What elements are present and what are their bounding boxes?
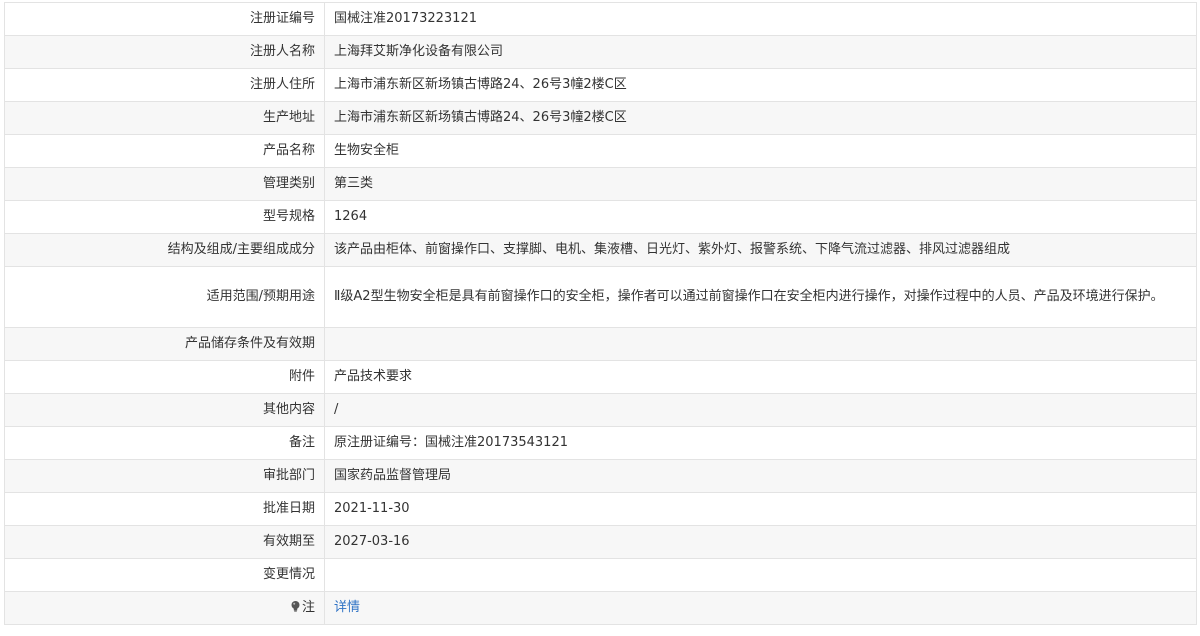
row-value: 上海市浦东新区新场镇古博路24、26号3幢2楼C区 xyxy=(324,101,1197,135)
row-value: 第三类 xyxy=(324,167,1197,201)
table-row: 附件 产品技术要求 xyxy=(4,360,1197,394)
row-value: Ⅱ级A2型生物安全柜是具有前窗操作口的安全柜，操作者可以通过前窗操作口在安全柜内… xyxy=(324,266,1197,328)
row-value: 2027-03-16 xyxy=(324,525,1197,559)
row-label: 其他内容 xyxy=(4,393,325,427)
table-row: 注册人名称 上海拜艾斯净化设备有限公司 xyxy=(4,35,1197,69)
row-label: 批准日期 xyxy=(4,492,325,526)
table-row: 其他内容 / xyxy=(4,393,1197,427)
row-value: 1264 xyxy=(324,200,1197,234)
table-row: 注册人住所 上海市浦东新区新场镇古博路24、26号3幢2楼C区 xyxy=(4,68,1197,102)
note-row: 注 详情 xyxy=(4,591,1197,625)
row-label: 审批部门 xyxy=(4,459,325,493)
table-row: 审批部门 国家药品监督管理局 xyxy=(4,459,1197,493)
row-label: 注册证编号 xyxy=(4,2,325,36)
row-label: 型号规格 xyxy=(4,200,325,234)
row-label: 结构及组成/主要组成成分 xyxy=(4,233,325,267)
table-row: 生产地址 上海市浦东新区新场镇古博路24、26号3幢2楼C区 xyxy=(4,101,1197,135)
row-label: 产品名称 xyxy=(4,134,325,168)
table-row: 批准日期 2021-11-30 xyxy=(4,492,1197,526)
row-value: 国家药品监督管理局 xyxy=(324,459,1197,493)
table-row: 变更情况 xyxy=(4,558,1197,592)
table-row: 产品储存条件及有效期 xyxy=(4,327,1197,361)
table-row: 型号规格 1264 xyxy=(4,200,1197,234)
table-row: 产品名称 生物安全柜 xyxy=(4,134,1197,168)
note-label: 注 xyxy=(301,600,315,615)
row-label: 有效期至 xyxy=(4,525,325,559)
row-value: 原注册证编号：国械注准20173543121 xyxy=(324,426,1197,460)
note-label-cell: 注 xyxy=(4,591,325,625)
row-label: 备注 xyxy=(4,426,325,460)
table-row: 有效期至 2027-03-16 xyxy=(4,525,1197,559)
row-value: 产品技术要求 xyxy=(324,360,1197,394)
registration-detail-panel: 注册证编号 国械注准20173223121 注册人名称 上海拜艾斯净化设备有限公… xyxy=(4,2,1197,625)
row-value: 生物安全柜 xyxy=(324,134,1197,168)
table-row: 管理类别 第三类 xyxy=(4,167,1197,201)
row-value: 2021-11-30 xyxy=(324,492,1197,526)
row-label: 注册人住所 xyxy=(4,68,325,102)
details-link[interactable]: 详情 xyxy=(334,600,360,615)
row-label: 适用范围/预期用途 xyxy=(4,266,325,328)
row-value: 上海拜艾斯净化设备有限公司 xyxy=(324,35,1197,69)
table-row: 注册证编号 国械注准20173223121 xyxy=(4,2,1197,36)
row-label: 注册人名称 xyxy=(4,35,325,69)
table-row: 适用范围/预期用途 Ⅱ级A2型生物安全柜是具有前窗操作口的安全柜，操作者可以通过… xyxy=(4,266,1197,328)
row-value: 上海市浦东新区新场镇古博路24、26号3幢2楼C区 xyxy=(324,68,1197,102)
row-value xyxy=(324,327,1197,361)
table-row: 备注 原注册证编号：国械注准20173543121 xyxy=(4,426,1197,460)
row-label: 生产地址 xyxy=(4,101,325,135)
row-label: 变更情况 xyxy=(4,558,325,592)
note-value-cell: 详情 xyxy=(324,591,1197,625)
row-value: 该产品由柜体、前窗操作口、支撑脚、电机、集液槽、日光灯、紫外灯、报警系统、下降气… xyxy=(324,233,1197,267)
row-label: 附件 xyxy=(4,360,325,394)
row-label: 管理类别 xyxy=(4,167,325,201)
registration-table: 注册证编号 国械注准20173223121 注册人名称 上海拜艾斯净化设备有限公… xyxy=(4,2,1197,625)
row-value: 国械注准20173223121 xyxy=(324,2,1197,36)
row-value: / xyxy=(324,393,1197,427)
lightbulb-icon xyxy=(291,599,300,612)
row-label: 产品储存条件及有效期 xyxy=(4,327,325,361)
table-row: 结构及组成/主要组成成分 该产品由柜体、前窗操作口、支撑脚、电机、集液槽、日光灯… xyxy=(4,233,1197,267)
row-value xyxy=(324,558,1197,592)
